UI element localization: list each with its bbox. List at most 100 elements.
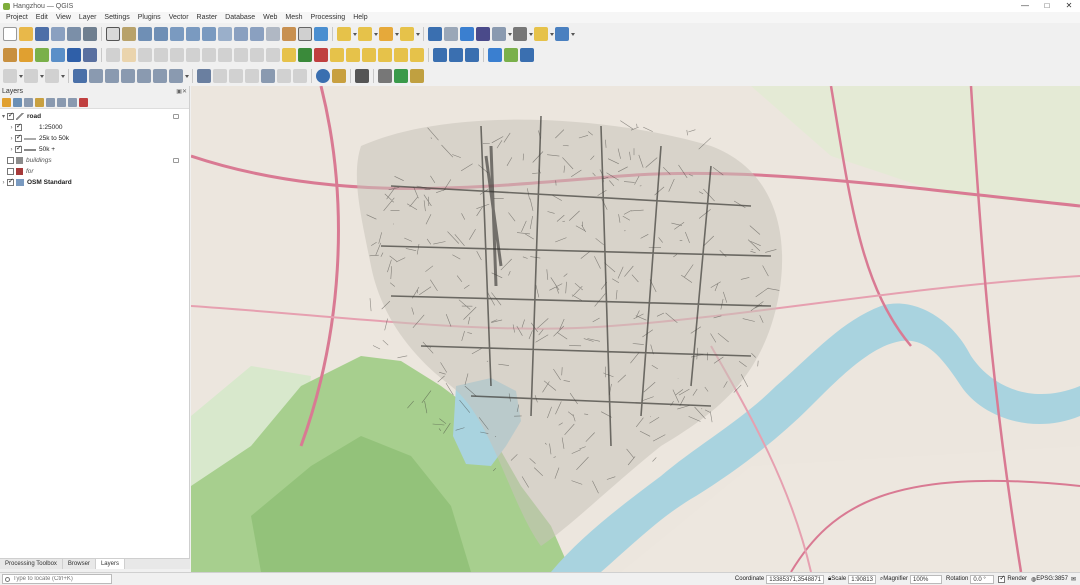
delete-ring-icon[interactable] [137, 68, 151, 83]
attribute-table-icon[interactable] [444, 26, 458, 41]
label-rotate-icon[interactable] [346, 47, 360, 62]
zoom-next-icon[interactable] [250, 26, 264, 41]
locator-box[interactable] [2, 574, 112, 584]
remove-layer-icon[interactable] [79, 97, 88, 107]
paste-features-icon[interactable] [234, 47, 248, 62]
label-show-hide-icon[interactable] [394, 47, 408, 62]
diagram-icon[interactable] [378, 47, 392, 62]
layer-styling-icon[interactable] [2, 97, 11, 107]
chevron-down-icon[interactable] [507, 27, 512, 41]
menu-help[interactable]: Help [349, 14, 371, 21]
mesh-calculator-icon[interactable] [449, 47, 463, 62]
menu-view[interactable]: View [52, 14, 75, 21]
zoom-out-icon[interactable] [154, 26, 168, 41]
map-render[interactable] [191, 86, 1080, 572]
chevron-down-icon[interactable] [184, 69, 189, 83]
crs-label[interactable]: EPSG:3857 [1036, 576, 1068, 582]
map-pin-icon[interactable] [355, 68, 369, 83]
quick-map-services-icon[interactable] [410, 68, 424, 83]
coordinate-field[interactable]: 13385371,3548871 [766, 574, 824, 584]
plugin-lock-icon[interactable] [488, 47, 502, 62]
layout-manager-icon[interactable] [83, 26, 97, 41]
pan-hand-icon[interactable] [106, 26, 120, 41]
add-part-icon[interactable] [105, 68, 119, 83]
qfield-sync-icon[interactable] [394, 68, 408, 83]
menu-raster[interactable]: Raster [193, 14, 222, 21]
open-attribute-table-icon[interactable] [337, 26, 351, 41]
chevron-down-icon[interactable] [373, 27, 378, 41]
gps-icon[interactable] [465, 47, 479, 62]
zoom-last-icon[interactable] [234, 26, 248, 41]
expand-arrow-icon[interactable]: › [8, 136, 15, 142]
chevron-down-icon[interactable] [60, 69, 65, 83]
menu-settings[interactable]: Settings [100, 14, 133, 21]
add-raster-layer-icon[interactable] [51, 47, 65, 62]
merge-attributes-icon[interactable] [277, 68, 291, 83]
temporal-clock-icon[interactable] [298, 26, 312, 41]
toggle-editing-icon[interactable] [122, 47, 136, 62]
save-project-icon[interactable] [35, 26, 49, 41]
select-features-icon[interactable] [358, 26, 372, 41]
label-pin-icon[interactable] [298, 47, 312, 62]
plugin-tree-icon[interactable] [504, 47, 518, 62]
layer-indicator-icon[interactable] [173, 158, 179, 163]
rule-row[interactable]: › 50k + [0, 144, 189, 155]
layer-row-osm-standard[interactable]: › OSM Standard [0, 177, 189, 188]
measure-icon[interactable] [492, 26, 506, 41]
menu-mesh[interactable]: Mesh [281, 14, 306, 21]
new-map-view-icon[interactable] [266, 26, 280, 41]
chevron-down-icon[interactable] [549, 27, 554, 41]
expand-arrow-icon[interactable]: › [0, 180, 7, 186]
layer-visibility-checkbox[interactable] [7, 168, 14, 175]
digitize-pencil-icon[interactable] [106, 47, 120, 62]
layer-visibility-checkbox[interactable] [7, 157, 14, 164]
tab-layers[interactable]: Layers [95, 559, 125, 569]
manage-map-themes-icon[interactable] [24, 97, 33, 107]
zoom-to-selection-icon[interactable] [186, 26, 200, 41]
menu-plugins[interactable]: Plugins [134, 14, 165, 21]
locator-input[interactable] [13, 576, 108, 582]
menu-web[interactable]: Web [259, 14, 281, 21]
expand-arrow-icon[interactable]: › [8, 147, 15, 153]
close-button[interactable]: ✕ [1058, 0, 1080, 12]
maximize-button[interactable]: □ [1036, 0, 1058, 12]
menu-layer[interactable]: Layer [75, 14, 101, 21]
menu-project[interactable]: Project [2, 14, 32, 21]
pan-to-selection-icon[interactable] [122, 26, 136, 41]
undo-icon[interactable] [250, 47, 264, 62]
rule-visibility-checkbox[interactable] [15, 122, 22, 131]
layer-row-buildings[interactable]: buildings [0, 155, 189, 166]
rule-visibility-checkbox[interactable] [15, 133, 22, 142]
rule-row[interactable]: › 25k to 50k [0, 133, 189, 144]
label-highlight-icon[interactable] [314, 47, 328, 62]
offset-curve-icon[interactable] [213, 68, 227, 83]
split-features-icon[interactable] [229, 68, 243, 83]
chevron-down-icon[interactable] [18, 69, 23, 83]
add-feature-icon[interactable] [154, 47, 168, 62]
zoom-native-icon[interactable] [218, 26, 232, 41]
chevron-down-icon[interactable] [528, 27, 533, 41]
menu-vector[interactable]: Vector [165, 14, 193, 21]
delete-selected-icon[interactable] [186, 47, 200, 62]
layer-visibility-checkbox[interactable] [7, 111, 14, 120]
add-ring-icon[interactable] [89, 68, 103, 83]
tab-browser[interactable]: Browser [63, 559, 96, 569]
copy-features-icon[interactable] [218, 47, 232, 62]
merge-features-icon[interactable] [261, 68, 275, 83]
filter-by-expression-icon[interactable] [46, 97, 55, 107]
settings-gear-icon[interactable] [460, 26, 474, 41]
layer-indicator-icon[interactable] [173, 114, 179, 119]
add-vector-layer-icon[interactable] [35, 47, 49, 62]
rotate-symbols-icon[interactable] [293, 68, 307, 83]
bookmark-icon[interactable] [282, 26, 296, 41]
fill-ring-icon[interactable] [121, 68, 135, 83]
refresh-icon[interactable] [314, 26, 328, 41]
redo-icon[interactable] [266, 47, 280, 62]
deselect-all-icon[interactable] [400, 26, 414, 41]
plugin-window-icon[interactable] [520, 47, 534, 62]
tab-processing-toolbox[interactable]: Processing Toolbox [0, 559, 63, 569]
panel-float-close-icon[interactable]: ▣✕ [176, 88, 187, 95]
statistics-sigma-icon[interactable] [476, 26, 490, 41]
collapse-arrow-icon[interactable]: ▾ [0, 113, 7, 120]
menu-processing[interactable]: Processing [307, 14, 350, 21]
